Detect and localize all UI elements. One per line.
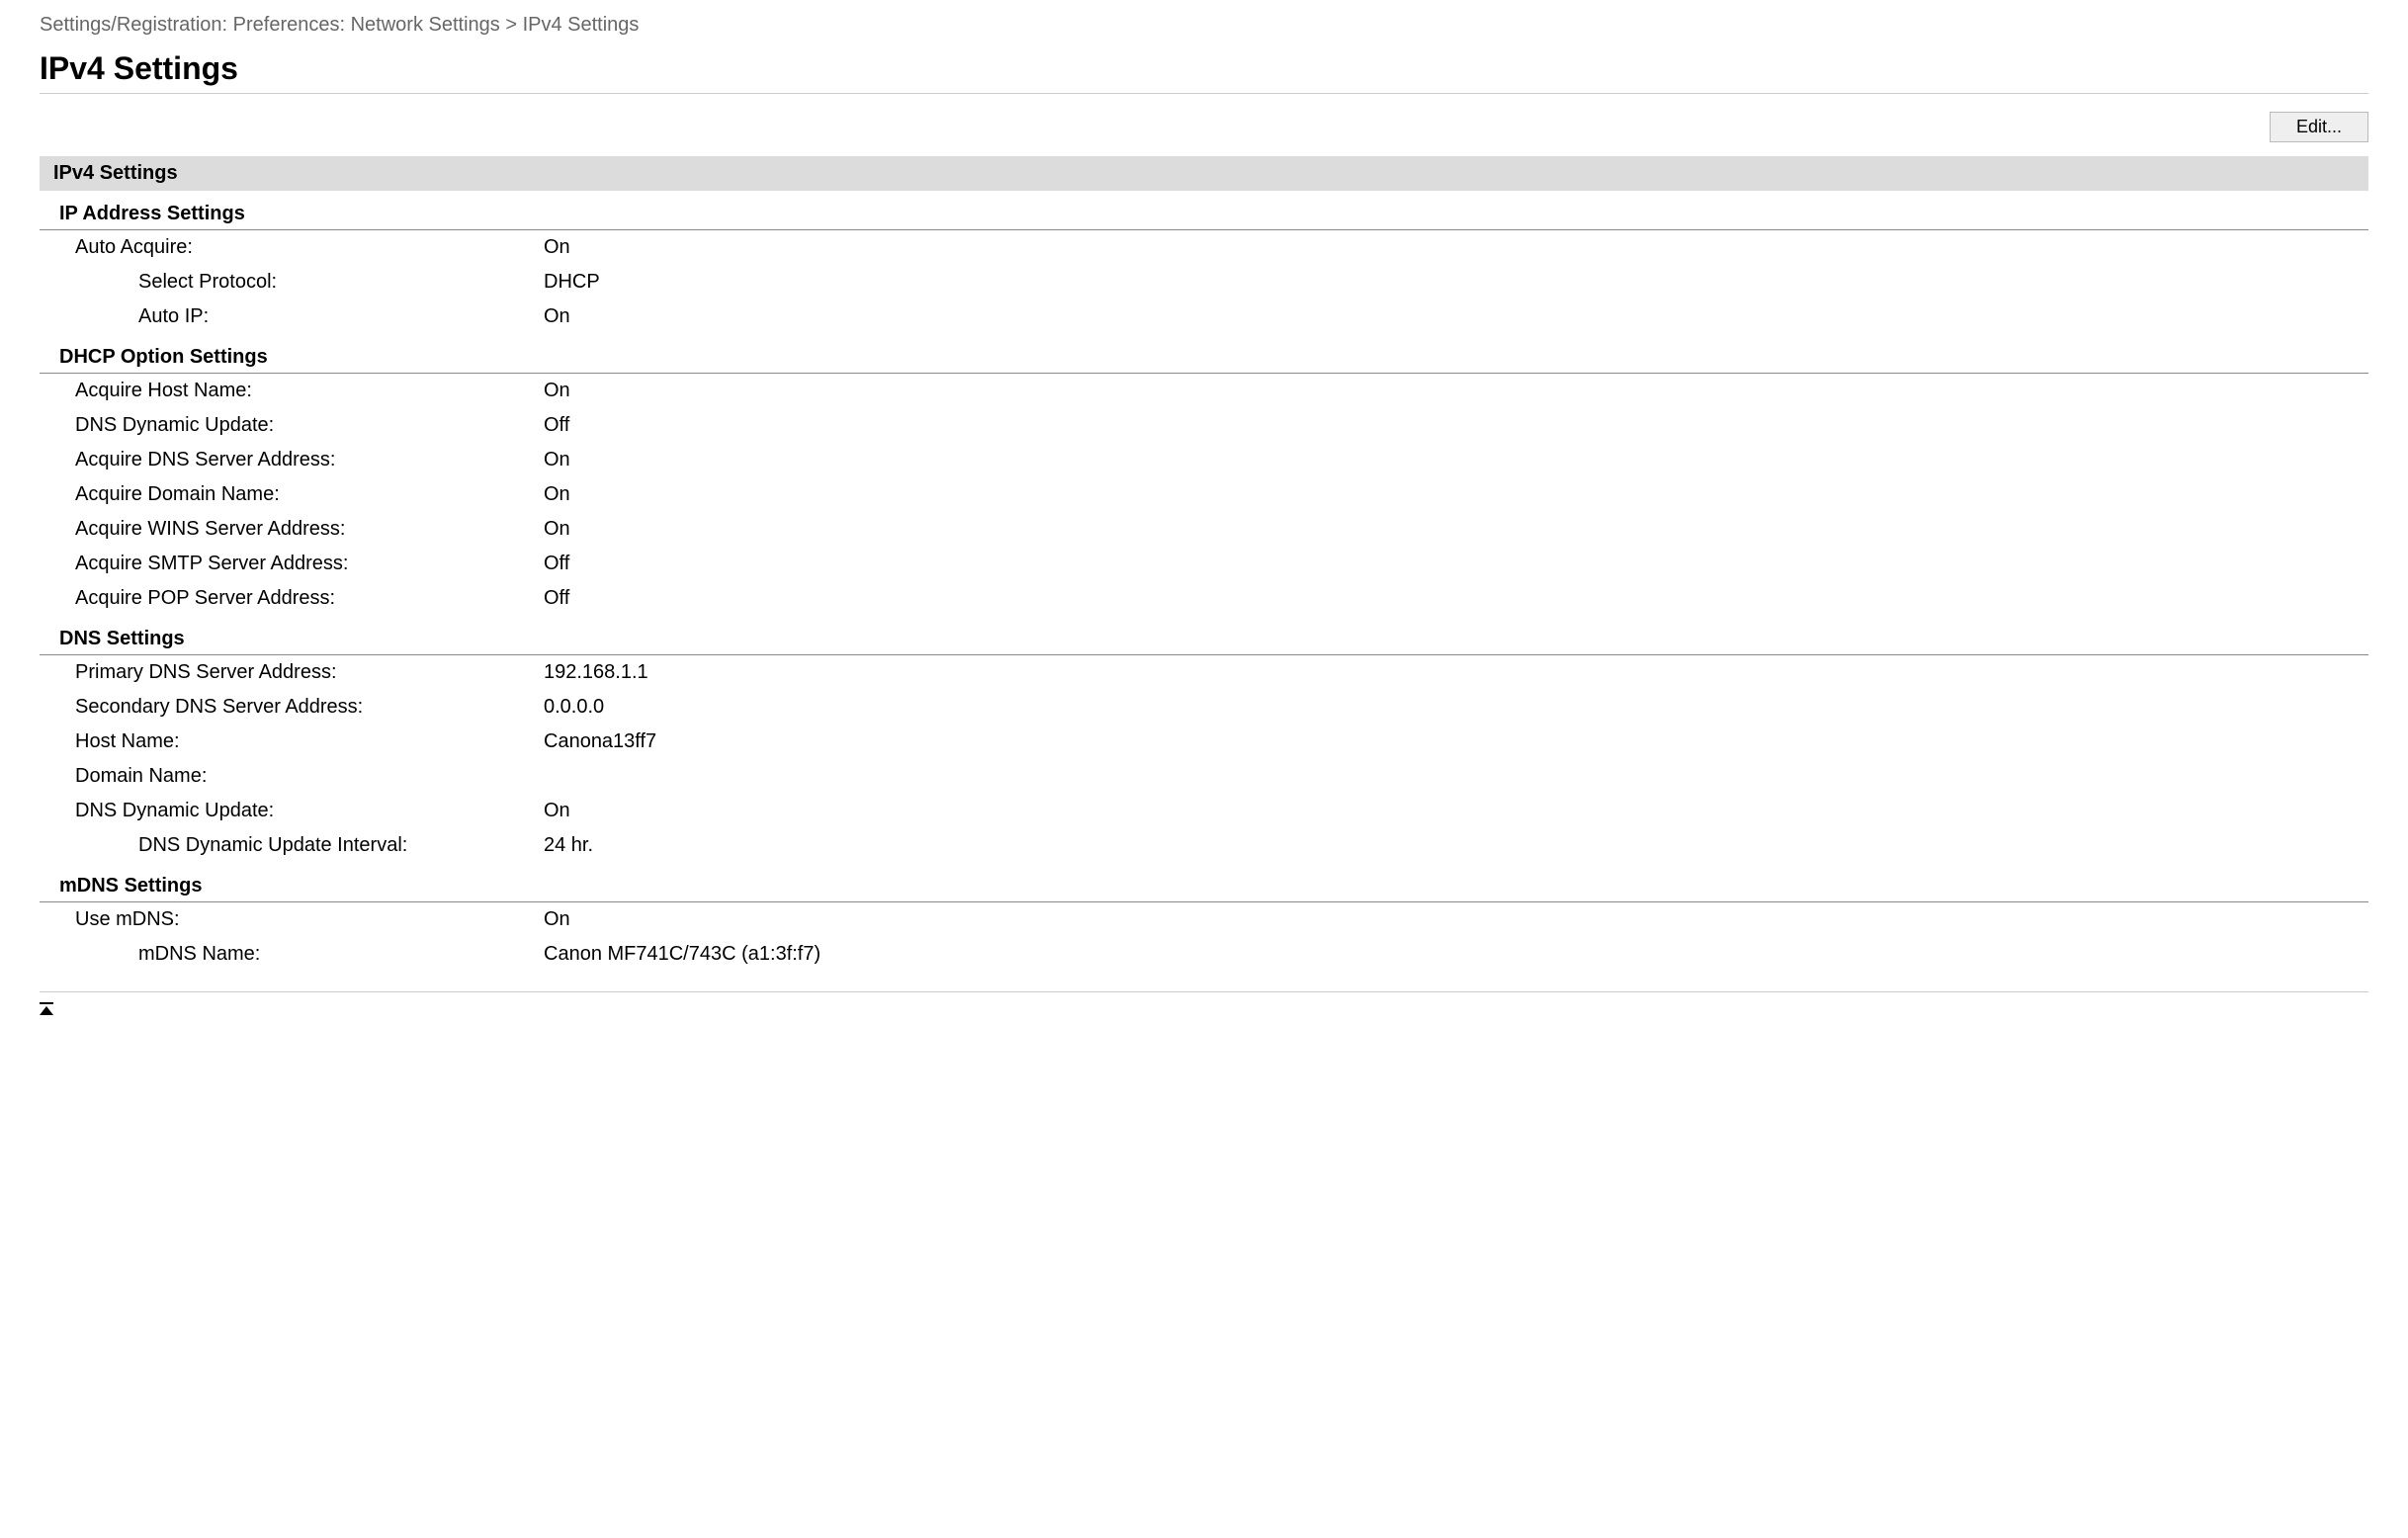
value-primary-dns: 192.168.1.1 [544,661,2368,684]
top-icon [40,1006,53,1015]
label-acquire-dns-server: Acquire DNS Server Address: [40,449,544,471]
value-dhcp-dns-dynamic-update: Off [544,414,2368,437]
value-use-mdns: On [544,908,2368,931]
label-use-mdns: Use mDNS: [40,908,544,931]
section-dns: DNS Settings Primary DNS Server Address:… [40,628,2368,863]
footer [40,991,2368,1021]
row-select-protocol: Select Protocol: DHCP [40,265,2368,299]
value-acquire-smtp-server: Off [544,553,2368,575]
label-auto-ip: Auto IP: [40,305,544,328]
row-primary-dns: Primary DNS Server Address: 192.168.1.1 [40,655,2368,690]
label-select-protocol: Select Protocol: [40,271,544,294]
label-acquire-domain-name: Acquire Domain Name: [40,483,544,506]
panel-header: IPv4 Settings [40,156,2368,191]
label-acquire-wins-server: Acquire WINS Server Address: [40,518,544,541]
row-secondary-dns: Secondary DNS Server Address: 0.0.0.0 [40,690,2368,725]
value-domain-name [544,765,2368,788]
breadcrumb: Settings/Registration: Preferences: Netw… [40,10,2368,44]
value-acquire-host-name: On [544,380,2368,402]
value-auto-acquire: On [544,236,2368,259]
label-acquire-pop-server: Acquire POP Server Address: [40,587,544,610]
label-dns-dynamic-update-interval: DNS Dynamic Update Interval: [40,834,544,857]
label-mdns-name: mDNS Name: [40,943,544,966]
section-ip-address: IP Address Settings Auto Acquire: On Sel… [40,203,2368,334]
toolbar: Edit... [40,98,2368,156]
label-auto-acquire: Auto Acquire: [40,236,544,259]
row-auto-acquire: Auto Acquire: On [40,230,2368,265]
label-dns-dynamic-update: DNS Dynamic Update: [40,800,544,822]
value-acquire-dns-server: On [544,449,2368,471]
label-acquire-smtp-server: Acquire SMTP Server Address: [40,553,544,575]
value-acquire-wins-server: On [544,518,2368,541]
row-dns-dynamic-update-interval: DNS Dynamic Update Interval: 24 hr. [40,828,2368,863]
value-dns-dynamic-update: On [544,800,2368,822]
ipv4-settings-page: Settings/Registration: Preferences: Netw… [0,0,2408,1061]
row-acquire-pop-server: Acquire POP Server Address: Off [40,581,2368,616]
row-acquire-host-name: Acquire Host Name: On [40,374,2368,408]
row-acquire-domain-name: Acquire Domain Name: On [40,477,2368,512]
section-title-dns: DNS Settings [40,628,2368,655]
row-host-name: Host Name: Canona13ff7 [40,725,2368,759]
row-acquire-smtp-server: Acquire SMTP Server Address: Off [40,547,2368,581]
edit-button[interactable]: Edit... [2270,112,2368,142]
value-host-name: Canona13ff7 [544,730,2368,753]
row-auto-ip: Auto IP: On [40,299,2368,334]
row-acquire-dns-server: Acquire DNS Server Address: On [40,443,2368,477]
value-acquire-domain-name: On [544,483,2368,506]
section-title-mdns: mDNS Settings [40,875,2368,902]
row-acquire-wins-server: Acquire WINS Server Address: On [40,512,2368,547]
row-dns-dynamic-update: DNS Dynamic Update: On [40,794,2368,828]
label-dhcp-dns-dynamic-update: DNS Dynamic Update: [40,414,544,437]
row-domain-name: Domain Name: [40,759,2368,794]
section-dhcp-option: DHCP Option Settings Acquire Host Name: … [40,346,2368,616]
section-mdns: mDNS Settings Use mDNS: On mDNS Name: Ca… [40,875,2368,972]
label-secondary-dns: Secondary DNS Server Address: [40,696,544,719]
section-title-ip: IP Address Settings [40,203,2368,230]
label-acquire-host-name: Acquire Host Name: [40,380,544,402]
value-dns-dynamic-update-interval: 24 hr. [544,834,2368,857]
section-title-dhcp: DHCP Option Settings [40,346,2368,374]
label-domain-name: Domain Name: [40,765,544,788]
value-secondary-dns: 0.0.0.0 [544,696,2368,719]
label-host-name: Host Name: [40,730,544,753]
row-use-mdns: Use mDNS: On [40,902,2368,937]
row-mdns-name: mDNS Name: Canon MF741C/743C (a1:3f:f7) [40,937,2368,972]
page-title: IPv4 Settings [40,50,2368,94]
back-to-top-link[interactable] [40,998,53,1020]
value-acquire-pop-server: Off [544,587,2368,610]
label-primary-dns: Primary DNS Server Address: [40,661,544,684]
value-mdns-name: Canon MF741C/743C (a1:3f:f7) [544,943,2368,966]
value-select-protocol: DHCP [544,271,2368,294]
row-dhcp-dns-dynamic-update: DNS Dynamic Update: Off [40,408,2368,443]
value-auto-ip: On [544,305,2368,328]
